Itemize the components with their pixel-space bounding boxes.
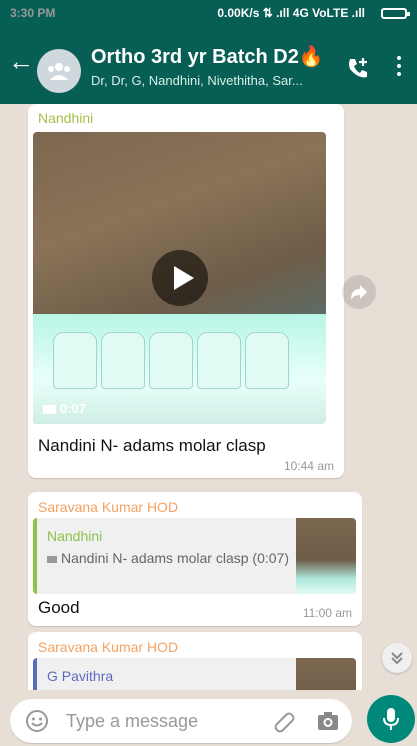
message-time: 11:00 am <box>302 606 352 620</box>
quoted-sender: G Pavithra <box>47 668 114 684</box>
video-thumbnail[interactable]: 0:07 <box>33 132 326 424</box>
chat-header: ← Ortho 3rd yr Batch D2🔥 Dr, Dr, G, Nand… <box>0 26 417 104</box>
message-bubble[interactable]: Saravana Kumar HOD Nandhini Nandini N- a… <box>28 492 362 626</box>
message-sender: Saravana Kumar HOD <box>38 499 179 515</box>
status-indicators: 0.00K/s ⇅ .ıll 4G VoLTE .ıll <box>217 6 365 20</box>
mic-button[interactable] <box>367 695 415 743</box>
message-sender: Nandhini <box>38 110 94 126</box>
forward-icon[interactable] <box>342 275 376 309</box>
quoted-thumbnail <box>296 658 356 690</box>
overflow-menu-icon[interactable] <box>395 56 403 82</box>
battery-icon <box>381 8 410 19</box>
message-bubble[interactable]: Saravana Kumar HOD G Pavithra <box>28 632 362 690</box>
camera-icon[interactable] <box>316 710 340 732</box>
attach-icon[interactable] <box>272 709 296 733</box>
video-camera-icon <box>43 405 56 414</box>
group-avatar[interactable] <box>37 49 81 93</box>
chat-title[interactable]: Ortho 3rd yr Batch D2🔥 <box>91 44 324 69</box>
message-input-placeholder[interactable]: Type a message <box>66 711 198 732</box>
message-time: 10:44 am <box>283 459 334 473</box>
video-camera-icon <box>47 556 57 563</box>
emoji-icon[interactable] <box>25 709 49 733</box>
back-arrow-icon[interactable]: ← <box>8 48 34 74</box>
group-icon <box>48 63 70 80</box>
chat-participants[interactable]: Dr, Dr, G, Nandhini, Nivethitha, Sar... <box>91 73 331 88</box>
double-chevron-down-icon <box>391 652 403 665</box>
message-list[interactable]: Nandhini 0:07 Nandini N- adams molar cla… <box>0 104 417 690</box>
quoted-message[interactable]: G Pavithra <box>33 658 356 690</box>
message-sender: Saravana Kumar HOD <box>38 639 179 655</box>
message-bubble[interactable]: Nandhini 0:07 Nandini N- adams molar cla… <box>28 104 344 478</box>
message-composer[interactable]: Type a message <box>10 699 352 743</box>
mic-icon <box>383 708 399 730</box>
message-text: Good <box>38 598 80 617</box>
quoted-text: Nandini N- adams molar clasp (0:07) <box>47 549 297 567</box>
status-bar: 3:30 PM 0.00K/s ⇅ .ıll 4G VoLTE .ıll <box>0 0 417 26</box>
scroll-down-button[interactable] <box>382 643 412 673</box>
quoted-thumbnail <box>296 518 356 594</box>
quoted-sender: Nandhini <box>47 528 103 544</box>
add-call-icon[interactable] <box>345 55 371 81</box>
message-caption: Nandini N- adams molar clasp <box>38 436 266 455</box>
quoted-message[interactable]: Nandhini Nandini N- adams molar clasp (0… <box>33 518 356 594</box>
play-icon[interactable] <box>152 250 208 306</box>
video-duration: 0:07 <box>43 401 86 416</box>
